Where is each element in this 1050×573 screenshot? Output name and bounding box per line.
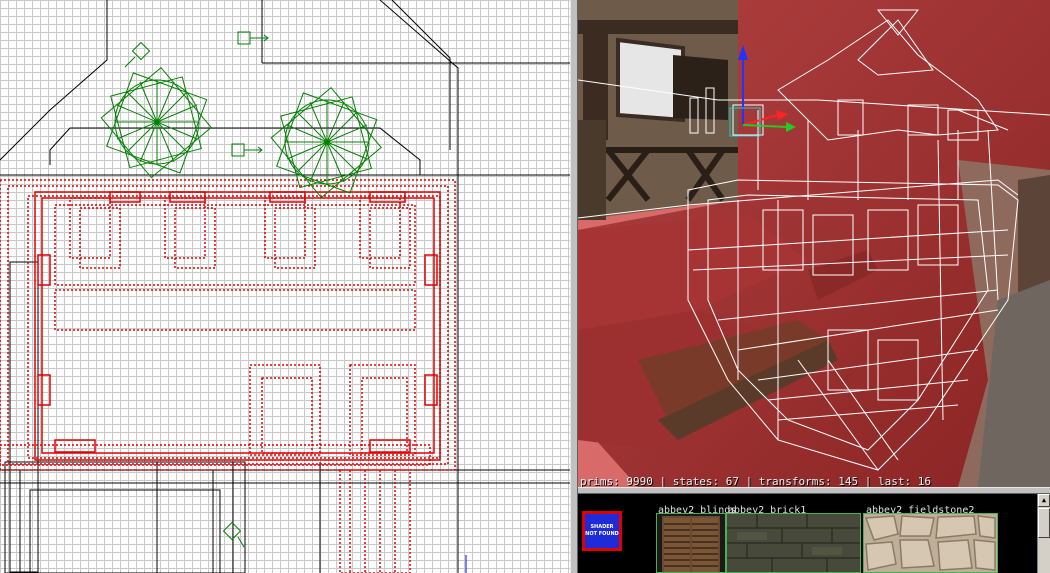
- tree-model-icon: [270, 86, 382, 199]
- horizontal-splitter[interactable]: [578, 487, 1050, 494]
- xy-grid-view[interactable]: [0, 0, 570, 573]
- blinds-texture-icon: [662, 516, 720, 572]
- texture-tile-blinds[interactable]: [656, 513, 726, 573]
- fieldstone-texture-icon: [864, 514, 997, 572]
- texture-browser[interactable]: SHADER NOT FOUND abbey2_blinds abbey2_br…: [578, 494, 1050, 573]
- texture-scrollbar[interactable]: ▲: [1037, 494, 1050, 573]
- texture-tile-brick[interactable]: [726, 513, 861, 573]
- scroll-up-arrow-icon[interactable]: ▲: [1038, 494, 1050, 507]
- map-geometry: [0, 0, 570, 573]
- vertical-splitter[interactable]: [570, 0, 578, 573]
- texture-tile-fieldstone[interactable]: [863, 513, 998, 573]
- camera-scene: [578, 0, 1050, 487]
- render-stats: prims: 9990 | states: 67 | transforms: 1…: [580, 475, 931, 487]
- shader-not-found-label: SHADER NOT FOUND: [585, 524, 619, 537]
- shader-not-found-tile[interactable]: SHADER NOT FOUND: [582, 511, 622, 551]
- scroll-thumb[interactable]: [1038, 508, 1050, 538]
- brick-texture-icon: [727, 514, 860, 572]
- camera-3d-view[interactable]: prims: 9990 | states: 67 | transforms: 1…: [578, 0, 1050, 487]
- tree-model-icon: [100, 66, 212, 179]
